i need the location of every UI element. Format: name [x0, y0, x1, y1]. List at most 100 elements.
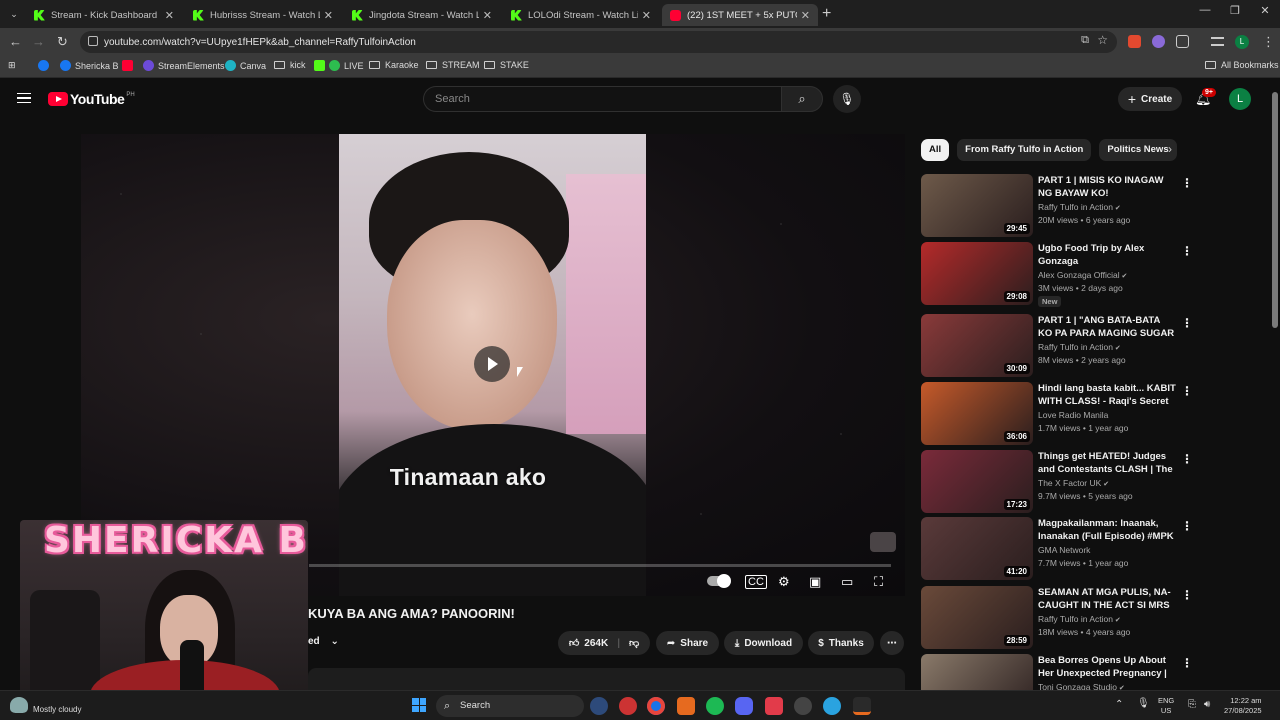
apps-grid-icon[interactable]: ⊞ [8, 60, 16, 71]
channel-name[interactable]: Raffy Tulfo in Action ✔ [1038, 202, 1121, 212]
close-icon[interactable]: ✕ [165, 9, 174, 22]
account-avatar[interactable]: L [1229, 88, 1251, 110]
video-thumbnail[interactable]: 36:06 [921, 382, 1033, 445]
recommended-video[interactable]: 41:20 Magpakailanman: Inaanak, Inanakan (… [921, 517, 1193, 581]
subscribe-watermark-icon[interactable] [870, 532, 896, 552]
chip-politics-news[interactable]: Politics News [1099, 139, 1177, 161]
channel-name[interactable]: GMA Network [1038, 545, 1090, 555]
chrome-icon[interactable] [647, 697, 665, 715]
search-button[interactable]: ⌕ [781, 86, 823, 112]
bookmark-folder[interactable]: STREAM [426, 60, 480, 70]
miniplayer-icon[interactable]: ▣ [809, 574, 821, 590]
weather-text[interactable]: Mostly cloudy [33, 705, 81, 714]
recommended-video[interactable]: 29:45 PART 1 | MISIS KO INAGAW NG BAYAW K… [921, 174, 1193, 238]
share-button[interactable]: ➦ Share [656, 631, 719, 655]
telegram-icon[interactable] [823, 697, 841, 715]
tray-chevron-icon[interactable]: ⌃ [1115, 700, 1123, 710]
extension-icon[interactable] [1152, 35, 1165, 48]
video-thumbnail[interactable]: 29:45 [921, 174, 1033, 237]
windows-start-icon[interactable] [412, 698, 426, 712]
bookmark-folder[interactable]: Karaoke [369, 60, 419, 70]
more-options-icon[interactable]: ⋮ [1181, 452, 1193, 466]
download-button[interactable]: ⤓ Download [724, 631, 803, 655]
channel-name[interactable]: Raffy Tulfo in Action ✔ [1038, 342, 1121, 352]
tab-search-dropdown[interactable]: ⌄ [6, 6, 22, 22]
extensions-puzzle-icon[interactable] [1176, 35, 1189, 48]
video-thumbnail[interactable]: 17:23 [921, 450, 1033, 513]
close-icon[interactable]: ✕ [801, 9, 810, 22]
close-icon[interactable]: ✕ [483, 9, 492, 22]
back-icon[interactable]: ← [9, 34, 22, 49]
volume-icon[interactable]: 🔊︎ [1204, 700, 1210, 710]
language-indicator[interactable]: ENG US [1158, 696, 1174, 716]
recommended-video[interactable]: 17:23 Things get HEATED! Judges and Conte… [921, 450, 1193, 514]
profile-avatar[interactable]: L [1235, 35, 1249, 49]
play-button[interactable] [474, 346, 510, 382]
url-field[interactable]: youtube.com/watch?v=UUpye1fHEPk&ab_chann… [80, 31, 1117, 53]
recommended-video-title[interactable]: Things get HEATED! Judges and Contestant… [1038, 450, 1176, 477]
chip-all[interactable]: All [921, 139, 950, 161]
app-icon[interactable] [853, 697, 871, 715]
progress-bar[interactable] [309, 564, 891, 567]
thanks-button[interactable]: $ Thanks [808, 631, 874, 655]
close-window-button[interactable]: ✕ [1250, 4, 1280, 17]
recommended-video-title[interactable]: SEAMAN AT MGA PULIS, NA-CAUGHT IN THE AC… [1038, 586, 1176, 613]
browser-menu-icon[interactable]: ⋮ [1262, 34, 1275, 50]
more-options-icon[interactable]: ⋮ [1181, 244, 1193, 258]
autoplay-toggle[interactable] [707, 574, 731, 588]
theater-mode-icon[interactable]: ▭ [841, 574, 853, 590]
bookmark-item[interactable]: LIVE [329, 60, 364, 71]
channel-name[interactable]: Love Radio Manila [1038, 410, 1108, 420]
more-options-icon[interactable]: ⋮ [1181, 588, 1193, 602]
subscribed-dropdown[interactable]: ed ⌄ [308, 636, 339, 647]
search-input[interactable]: Search [423, 86, 781, 112]
video-thumbnail[interactable]: 29:08 [921, 242, 1033, 305]
restore-button[interactable]: ❐ [1220, 4, 1250, 17]
clock[interactable]: 12:22 am 27/08/2025 [1224, 696, 1262, 716]
taskbar-search[interactable]: ⌕ Search [436, 695, 584, 717]
recommended-video-title[interactable]: Magpakailanman: Inaanak, Inanakan (Full … [1038, 517, 1176, 543]
new-tab-button[interactable]: + [822, 5, 831, 23]
extension-icon[interactable] [1128, 35, 1141, 48]
more-options-icon[interactable]: ⋮ [1181, 519, 1193, 533]
reading-list-icon[interactable] [1211, 37, 1224, 46]
bookmark-item[interactable] [122, 60, 137, 71]
video-thumbnail[interactable]: 28:59 [921, 586, 1033, 649]
bookmark-item[interactable] [314, 60, 329, 71]
browser-tab[interactable]: Jingdota Stream - Watch Live o ✕ [344, 4, 500, 26]
recommended-video[interactable]: 28:59 SEAMAN AT MGA PULIS, NA-CAUGHT IN T… [921, 586, 1193, 650]
chip-channel[interactable]: From Raffy Tulfo in Action [957, 139, 1092, 161]
app-icon[interactable] [619, 697, 637, 715]
recommended-video[interactable]: 29:08 Ugbo Food Trip by Alex Gonzaga Alex … [921, 242, 1193, 307]
browser-tab[interactable]: LOLOdi Stream - Watch Live on ✕ [503, 4, 659, 26]
reload-icon[interactable]: ↻ [57, 34, 68, 50]
description-box[interactable] [308, 668, 905, 690]
video-thumbnail[interactable]: 30:09 [921, 314, 1033, 377]
recommended-video-title[interactable]: PART 1 | "ANG BATA-BATA KO PA PARA MAGIN… [1038, 314, 1176, 341]
app-icon[interactable] [590, 697, 608, 715]
browser-tab-active[interactable]: (22) 1ST MEET + 5x PUTOK = B ✕ [662, 4, 818, 26]
recommended-video[interactable]: 30:09 PART 1 | "ANG BATA-BATA KO PA PARA … [921, 314, 1193, 378]
bookmark-item[interactable] [38, 60, 53, 71]
close-icon[interactable]: ✕ [642, 9, 651, 22]
channel-name[interactable]: The X Factor UK ✔ [1038, 478, 1109, 488]
bookmark-item[interactable]: StreamElements [143, 60, 225, 71]
recommended-video-title[interactable]: Hindi lang basta kabit... KABIT WITH CLA… [1038, 382, 1176, 409]
all-bookmarks-folder[interactable]: All Bookmarks [1205, 60, 1279, 70]
subtitles-icon[interactable]: CC [745, 575, 767, 589]
app-icon[interactable] [677, 697, 695, 715]
settings-gear-icon[interactable]: ⚙ [778, 574, 790, 590]
browser-tab[interactable]: Hubrisss Stream - Watch Live o ✕ [185, 4, 341, 26]
youtube-logo[interactable]: YouTube PH [48, 91, 135, 107]
network-icon[interactable]: ⎘ [1188, 700, 1196, 710]
bookmark-folder[interactable]: STAKE [484, 60, 529, 70]
chevron-right-icon[interactable]: › [1168, 142, 1172, 156]
channel-name[interactable]: Raffy Tulfo in Action ✔ [1038, 614, 1121, 624]
app-icon[interactable] [765, 697, 783, 715]
spotify-icon[interactable] [706, 697, 724, 715]
mic-tray-icon[interactable]: 🎙 [1137, 699, 1150, 709]
menu-icon[interactable] [17, 93, 31, 103]
bookmark-star-icon[interactable]: ☆ [1097, 33, 1108, 47]
recommended-video-title[interactable]: PART 1 | MISIS KO INAGAW NG BAYAW KO! [1038, 174, 1176, 200]
video-thumbnail[interactable]: 41:20 [921, 517, 1033, 580]
